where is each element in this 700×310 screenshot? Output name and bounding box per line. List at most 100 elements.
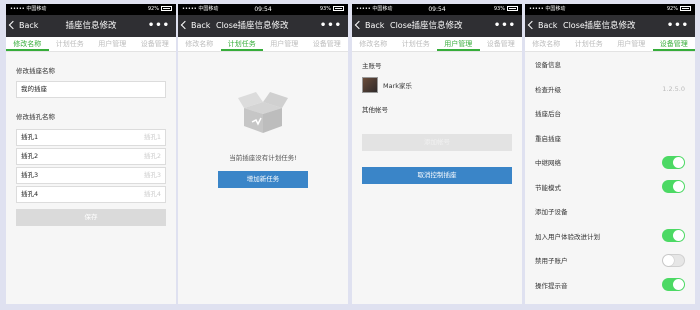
tab-device[interactable]: 设备管理 (134, 37, 177, 51)
settings-row[interactable]: 检查升级 1.2.5.0 (525, 77, 695, 102)
status-bar: ••••• 中国移动 09:54 93% (178, 4, 348, 15)
disabled-add-account-button[interactable]: 添加帐号 (362, 134, 512, 151)
tab-device[interactable]: 设备管理 (306, 37, 349, 51)
slot-1-input[interactable]: 插孔1 插孔1 (16, 129, 166, 146)
settings-row-label: 重启插座 (535, 134, 561, 143)
tab-rename[interactable]: 修改名称 (178, 37, 221, 51)
toggle-switch[interactable] (662, 229, 685, 243)
toggle-switch[interactable] (662, 278, 685, 292)
battery-percent: 93% (319, 6, 331, 12)
slot-2-value: 插孔2 (21, 152, 39, 160)
battery-icon (161, 6, 172, 11)
settings-row[interactable]: 消息通知 (525, 297, 695, 304)
socket-name-value: 我的插座 (21, 85, 47, 93)
tab-users[interactable]: 用户管理 (437, 37, 480, 51)
close-button[interactable]: Close (390, 15, 412, 37)
battery-icon (680, 6, 691, 11)
settings-row-label: 添加子设备 (535, 208, 568, 217)
back-label: Back (191, 21, 211, 30)
main-account-row[interactable]: Mark家乐 (362, 77, 512, 93)
settings-row-label: 节能模式 (535, 183, 561, 192)
settings-row-value: 1.2.5.0 (662, 84, 685, 93)
settings-row[interactable]: 设备信息 (525, 52, 695, 77)
slot-names-label: 修改插孔名称 (16, 113, 55, 121)
back-button[interactable]: Back (527, 15, 558, 37)
settings-row-label: 中继网络 (535, 159, 561, 168)
settings-row[interactable]: 重启插座 (525, 126, 695, 151)
empty-box-icon (188, 90, 338, 138)
tab-users[interactable]: 用户管理 (91, 37, 134, 51)
tab-users[interactable]: 用户管理 (263, 37, 306, 51)
slot-2-placeholder: 插孔2 (143, 152, 161, 160)
tab-device[interactable]: 设备管理 (652, 37, 695, 51)
socket-name-label: 修改插座名称 (16, 67, 55, 75)
slot-3-input[interactable]: 插孔3 插孔3 (16, 167, 166, 184)
slot-4-value: 插孔4 (21, 190, 39, 198)
avatar (362, 77, 378, 93)
tab-rename[interactable]: 修改名称 (352, 37, 395, 51)
main-account-user: Mark家乐 (383, 82, 413, 90)
tab-schedule[interactable]: 计划任务 (220, 37, 263, 51)
tab-users[interactable]: 用户管理 (610, 37, 653, 51)
toggle-switch[interactable] (662, 253, 685, 267)
tab-bar: 修改名称 计划任务 用户管理 设备管理 (178, 37, 348, 52)
slot-1-placeholder: 插孔1 (143, 133, 161, 141)
tab-device[interactable]: 设备管理 (480, 37, 523, 51)
slot-4-placeholder: 插孔4 (143, 190, 161, 198)
empty-message: 当前插座没有计划任务! (229, 154, 297, 162)
slot-3-placeholder: 插孔3 (143, 171, 161, 179)
back-button[interactable]: Back (180, 15, 211, 37)
battery-icon (507, 6, 518, 11)
settings-row[interactable]: 插座后台 (525, 101, 695, 126)
settings-row[interactable]: 添加子设备 (525, 199, 695, 224)
nav-bar: Back Close 插座信息修改 ••• (178, 15, 348, 37)
carrier-text: ••••• 中国移动 (529, 6, 566, 12)
tab-rename[interactable]: 修改名称 (525, 37, 568, 51)
tab-schedule[interactable]: 计划任务 (49, 37, 92, 51)
battery-percent: 93% (493, 6, 505, 12)
more-icon[interactable]: ••• (494, 15, 516, 37)
settings-row-label: 检查升级 (535, 85, 561, 94)
status-bar: ••••• 中国移动 92% (525, 4, 695, 15)
back-button[interactable]: Back (8, 15, 39, 37)
save-button[interactable]: 保存 (16, 209, 166, 226)
toggle-switch[interactable] (662, 155, 685, 169)
add-task-button[interactable]: 增加新任务 (218, 171, 308, 188)
cancel-control-button[interactable]: 取消控制插座 (362, 167, 512, 184)
slot-3-value: 插孔3 (21, 171, 39, 179)
toggle-switch[interactable] (662, 180, 685, 194)
screen-users: ••••• 中国移动 09:54 93% Back Close 插座信息修改 •… (352, 4, 522, 304)
socket-name-input[interactable]: 我的插座 (16, 81, 166, 98)
more-icon[interactable]: ••• (148, 15, 170, 37)
settings-row[interactable]: 节能模式 (525, 175, 695, 200)
chevron-left-icon (180, 20, 190, 30)
status-bar: ••••• 中国移动 09:54 93% (352, 4, 522, 15)
main-account-label: 主账号 (362, 62, 382, 70)
close-button[interactable]: Close (563, 15, 585, 37)
status-bar: ••••• 中国移动 92% (6, 4, 176, 15)
tab-bar: 修改名称 计划任务 用户管理 设备管理 (6, 37, 176, 52)
slot-2-input[interactable]: 插孔2 插孔2 (16, 148, 166, 165)
tab-bar: 修改名称 计划任务 用户管理 设备管理 (352, 37, 522, 52)
tab-bar: 修改名称 计划任务 用户管理 设备管理 (525, 37, 695, 52)
settings-row[interactable]: 中继网络 (525, 150, 695, 175)
tab-rename[interactable]: 修改名称 (6, 37, 49, 51)
back-label: Back (19, 21, 39, 30)
settings-row-label: 禁用子账户 (535, 257, 568, 266)
settings-list: 设备信息检查升级 1.2.5.0 插座后台重启插座中继网络节能模式添加子设备加入用户… (525, 52, 695, 304)
back-label: Back (538, 21, 558, 30)
close-button[interactable]: Close (216, 15, 238, 37)
settings-row[interactable]: 禁用子账户 (525, 248, 695, 273)
settings-row-label: 操作提示音 (535, 281, 568, 290)
tab-schedule[interactable]: 计划任务 (395, 37, 438, 51)
slot-4-input[interactable]: 插孔4 插孔4 (16, 186, 166, 203)
tab-schedule[interactable]: 计划任务 (568, 37, 611, 51)
more-icon[interactable]: ••• (320, 15, 342, 37)
nav-bar: Back 插座信息修改 ••• (6, 15, 176, 37)
settings-row[interactable]: 操作提示音 (525, 273, 695, 298)
settings-row-label: 加入用户体验改进计划 (535, 232, 600, 241)
settings-row[interactable]: 加入用户体验改进计划 (525, 224, 695, 249)
settings-row-label: 设备信息 (535, 61, 561, 70)
more-icon[interactable]: ••• (667, 15, 689, 37)
back-button[interactable]: Back (354, 15, 384, 37)
